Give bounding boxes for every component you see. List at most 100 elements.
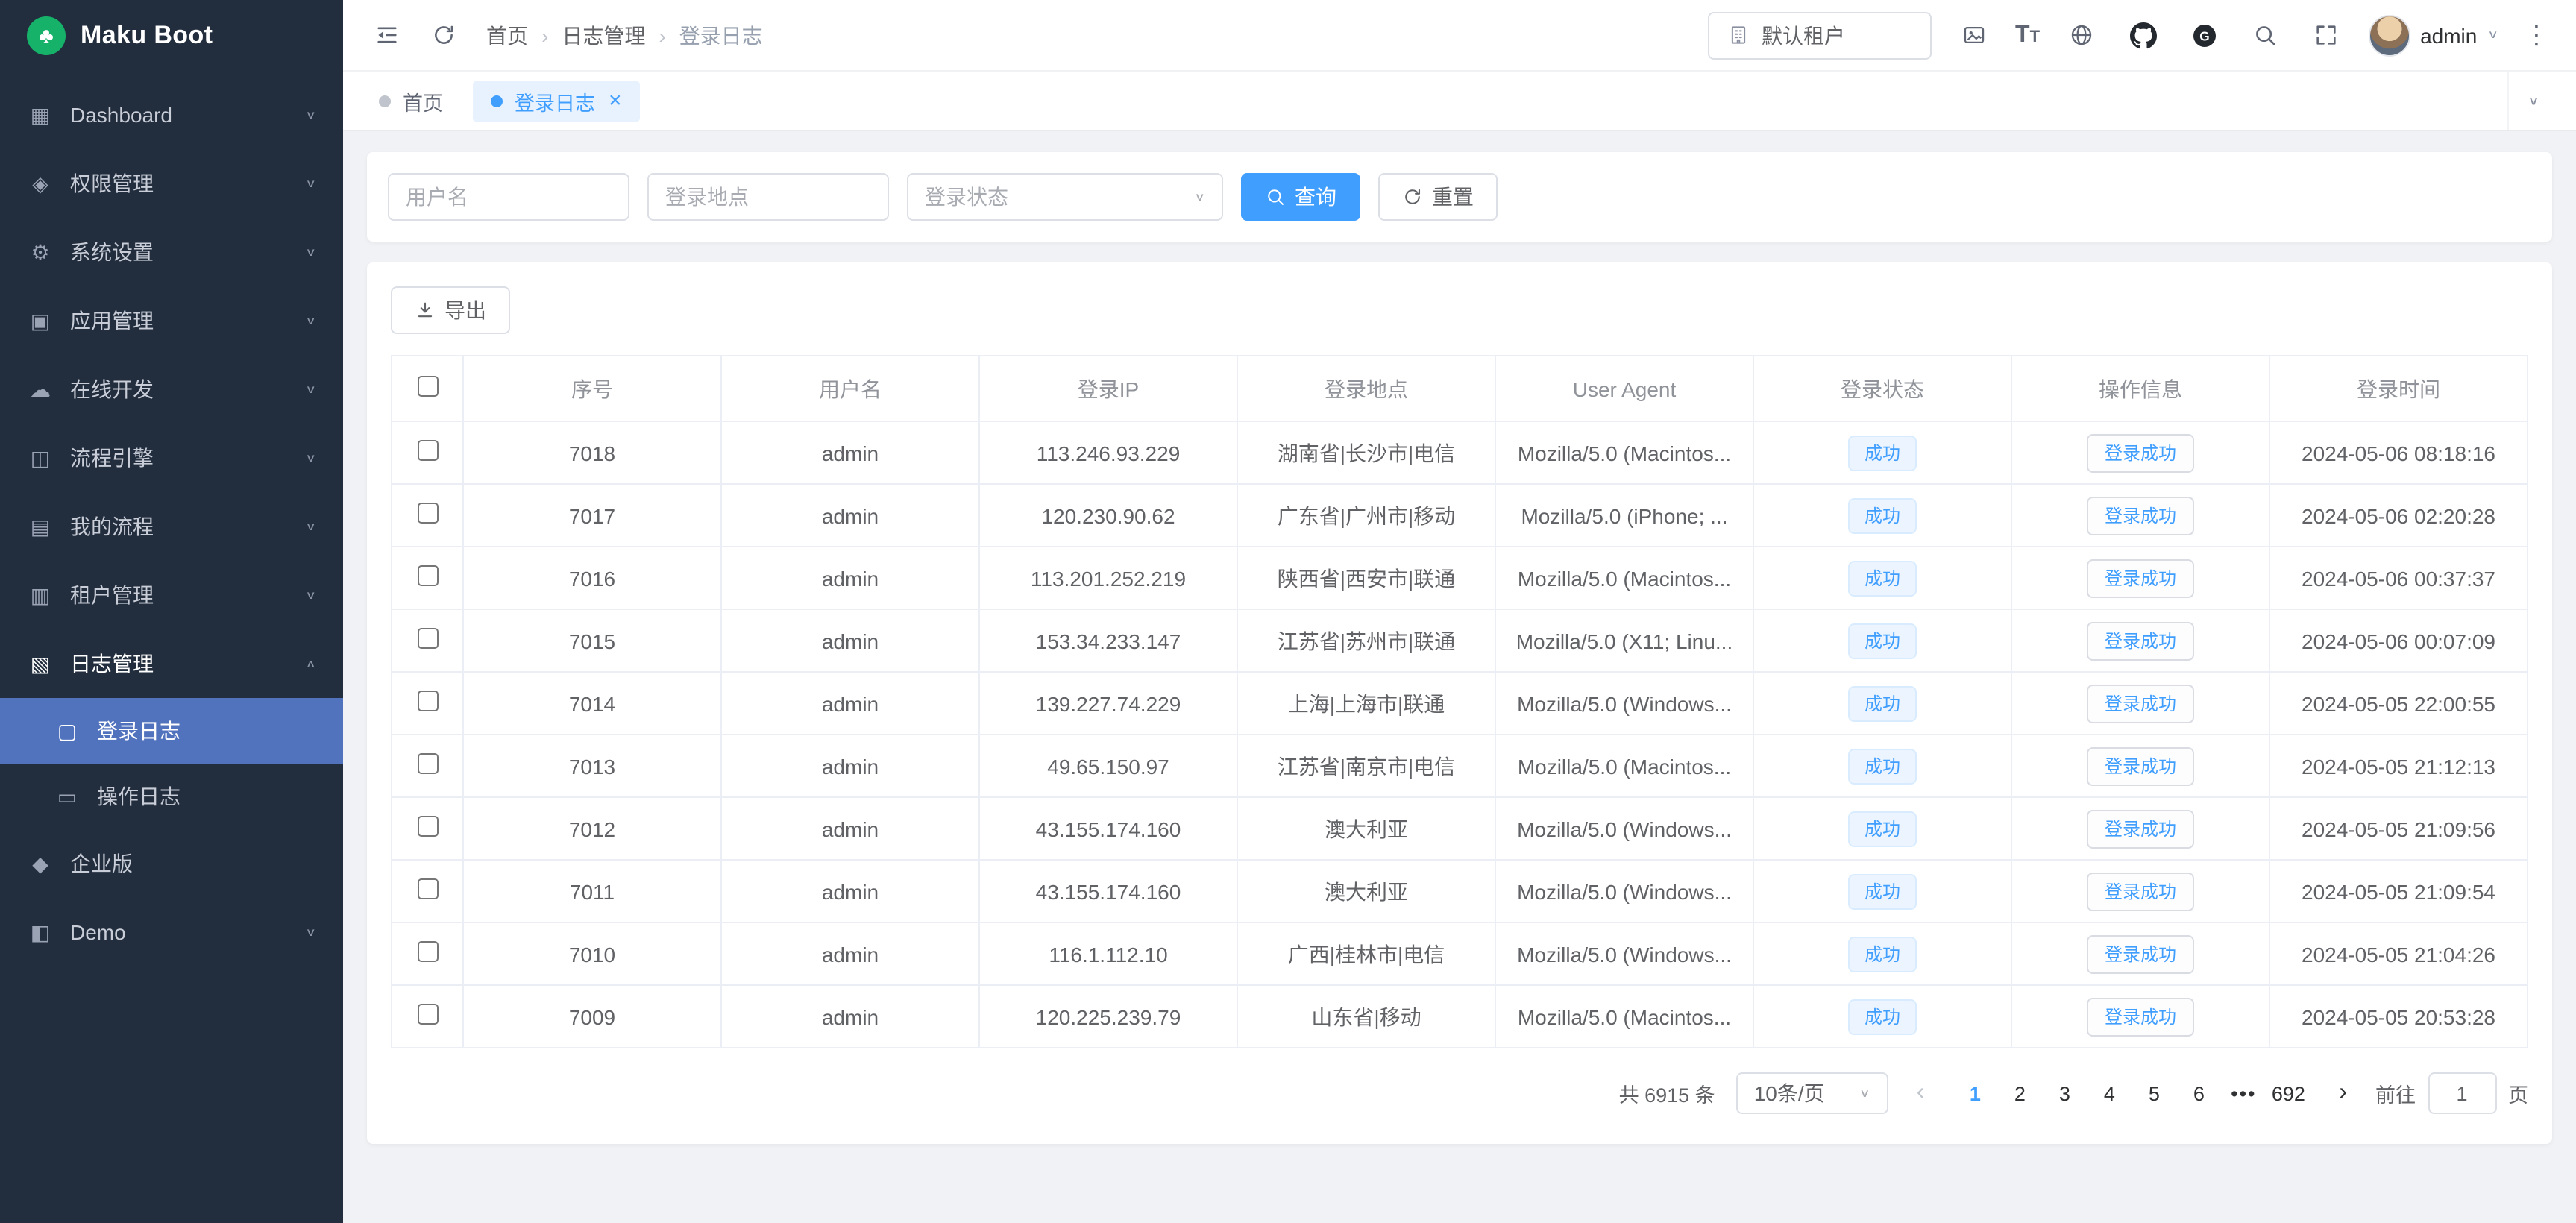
sidebar-item-online-dev[interactable]: ☁在线开发∨: [0, 355, 343, 424]
status-tag: 成功: [1848, 497, 1917, 533]
github-icon[interactable]: [2123, 16, 2162, 54]
operation-tag[interactable]: 登录成功: [2087, 997, 2194, 1036]
operation-tag[interactable]: 登录成功: [2087, 872, 2194, 911]
operation-tag[interactable]: 登录成功: [2087, 746, 2194, 785]
sidebar-item-permission[interactable]: ◈权限管理∨: [0, 149, 343, 218]
chevron-down-icon: ∨: [305, 246, 316, 259]
operation-tag[interactable]: 登录成功: [2087, 621, 2194, 660]
row-checkbox[interactable]: [417, 691, 438, 711]
user-menu[interactable]: admin ∨: [2368, 14, 2498, 56]
prev-page-button[interactable]: ‹: [1909, 1080, 1932, 1107]
cell-operation: 登录成功: [2011, 735, 2269, 797]
cell-status: 成功: [1753, 672, 2011, 735]
row-checkbox[interactable]: [417, 816, 438, 837]
page-numbers: 123456•••692: [1953, 1072, 2310, 1114]
breadcrumb-home[interactable]: 首页: [486, 20, 528, 50]
chevron-down-icon: ∨: [305, 177, 316, 190]
page-number[interactable]: 692: [2266, 1072, 2310, 1114]
sidebar-item-login-log[interactable]: ▢登录日志: [0, 698, 343, 764]
operation-tag[interactable]: 登录成功: [2087, 684, 2194, 723]
sidebar-item-enterprise[interactable]: ◆企业版: [0, 829, 343, 898]
export-button[interactable]: 导出: [391, 286, 510, 334]
sidebar-item-tenant[interactable]: ▥租户管理∨: [0, 561, 343, 629]
font-size-icon[interactable]: TT: [2015, 23, 2040, 47]
row-checkbox[interactable]: [417, 440, 438, 461]
diamond-icon: ◆: [27, 851, 54, 876]
column-header: 登录IP: [979, 356, 1237, 421]
cell-location: 山东省|移动: [1237, 985, 1495, 1048]
page-number[interactable]: 2: [1997, 1072, 2042, 1114]
search-button[interactable]: 查询: [1241, 173, 1360, 221]
sidebar-item-log[interactable]: ▧日志管理∧: [0, 629, 343, 698]
cell-status: 成功: [1753, 421, 2011, 484]
globe-icon[interactable]: [2062, 16, 2101, 54]
sidebar-item-dashboard[interactable]: ▦Dashboard∨: [0, 81, 343, 149]
sidebar: ♣ Maku Boot ▦Dashboard∨◈权限管理∨⚙系统设置∨▣应用管理…: [0, 0, 343, 1223]
search-icon[interactable]: [2246, 16, 2284, 54]
username-input[interactable]: [388, 173, 629, 221]
sidebar-item-flow-engine[interactable]: ◫流程引擎∨: [0, 424, 343, 492]
page-number[interactable]: 6: [2176, 1072, 2221, 1114]
page-number[interactable]: 4: [2087, 1072, 2132, 1114]
next-page-button[interactable]: ›: [2331, 1080, 2354, 1107]
page-number[interactable]: 3: [2042, 1072, 2087, 1114]
tab-home[interactable]: 首页: [361, 80, 461, 122]
cell-ip: 49.65.150.97: [979, 735, 1237, 797]
breadcrumb-log[interactable]: 日志管理: [562, 20, 645, 50]
content: 登录状态 ∨ 查询 重置: [343, 131, 2576, 1223]
tabbar: 首页登录日志× ∨: [343, 72, 2576, 131]
sidebar-item-system-settings[interactable]: ⚙系统设置∨: [0, 218, 343, 286]
collapse-sidebar-icon[interactable]: [367, 16, 406, 54]
cell-username: admin: [721, 922, 979, 985]
row-checkbox[interactable]: [417, 1004, 438, 1025]
row-checkbox[interactable]: [417, 878, 438, 899]
operation-tag[interactable]: 登录成功: [2087, 809, 2194, 848]
fullscreen-icon[interactable]: [2307, 16, 2346, 54]
operation-tag[interactable]: 登录成功: [2087, 433, 2194, 472]
table-row: 7010admin116.1.112.10广西|桂林市|电信Mozilla/5.…: [392, 922, 2528, 985]
cell-username: admin: [721, 985, 979, 1048]
operation-tag[interactable]: 登录成功: [2087, 934, 2194, 973]
tenant-icon: ▥: [27, 582, 54, 608]
row-checkbox[interactable]: [417, 565, 438, 586]
refresh-icon[interactable]: [424, 16, 462, 54]
status-select[interactable]: 登录状态 ∨: [907, 173, 1223, 221]
chevron-down-icon: ∨: [305, 589, 316, 602]
table-row: 7015admin153.34.233.147江苏省|苏州市|联通Mozilla…: [392, 609, 2528, 672]
cell-id: 7013: [463, 735, 721, 797]
goto-page-input[interactable]: [2428, 1072, 2496, 1114]
image-icon[interactable]: [1954, 16, 1993, 54]
sidebar-item-operation-log[interactable]: ▭操作日志: [0, 764, 343, 829]
page-size-select[interactable]: 10条/页 ∨: [1736, 1072, 1888, 1114]
gitee-icon[interactable]: [2184, 16, 2223, 54]
sidebar-item-app-management[interactable]: ▣应用管理∨: [0, 286, 343, 355]
cell-checkbox: [392, 672, 463, 735]
kebab-menu-icon[interactable]: ⋮: [2521, 20, 2552, 50]
row-checkbox[interactable]: [417, 941, 438, 962]
tenant-select[interactable]: 默认租户: [1708, 11, 1932, 59]
operation-tag[interactable]: 登录成功: [2087, 496, 2194, 535]
topbar-right: 默认租户 TT admin ∨ ⋮: [1708, 11, 2552, 59]
cell-checkbox: [392, 922, 463, 985]
page-number[interactable]: 1: [1953, 1072, 1997, 1114]
sidebar-item-demo[interactable]: ◧Demo∨: [0, 898, 343, 966]
tab-login-log[interactable]: 登录日志×: [473, 80, 640, 122]
location-input[interactable]: [647, 173, 889, 221]
chevron-down-icon: ∨: [1859, 1087, 1870, 1100]
row-checkbox[interactable]: [417, 628, 438, 649]
page-number[interactable]: 5: [2132, 1072, 2176, 1114]
sidebar-item-my-flow[interactable]: ▤我的流程∨: [0, 492, 343, 561]
reset-button[interactable]: 重置: [1378, 173, 1498, 221]
cell-ip: 43.155.174.160: [979, 797, 1237, 860]
cell-username: admin: [721, 735, 979, 797]
operation-tag[interactable]: 登录成功: [2087, 559, 2194, 597]
page-ellipsis[interactable]: •••: [2221, 1082, 2266, 1104]
tab-actions-dropdown[interactable]: ∨: [2507, 72, 2558, 130]
app-logo[interactable]: ♣ Maku Boot: [0, 0, 343, 72]
row-checkbox[interactable]: [417, 753, 438, 774]
breadcrumb-current: 登录日志: [679, 20, 763, 50]
close-icon[interactable]: ×: [609, 89, 622, 112]
row-checkbox[interactable]: [417, 503, 438, 524]
cell-id: 7011: [463, 860, 721, 922]
select-all-checkbox[interactable]: [417, 376, 438, 397]
